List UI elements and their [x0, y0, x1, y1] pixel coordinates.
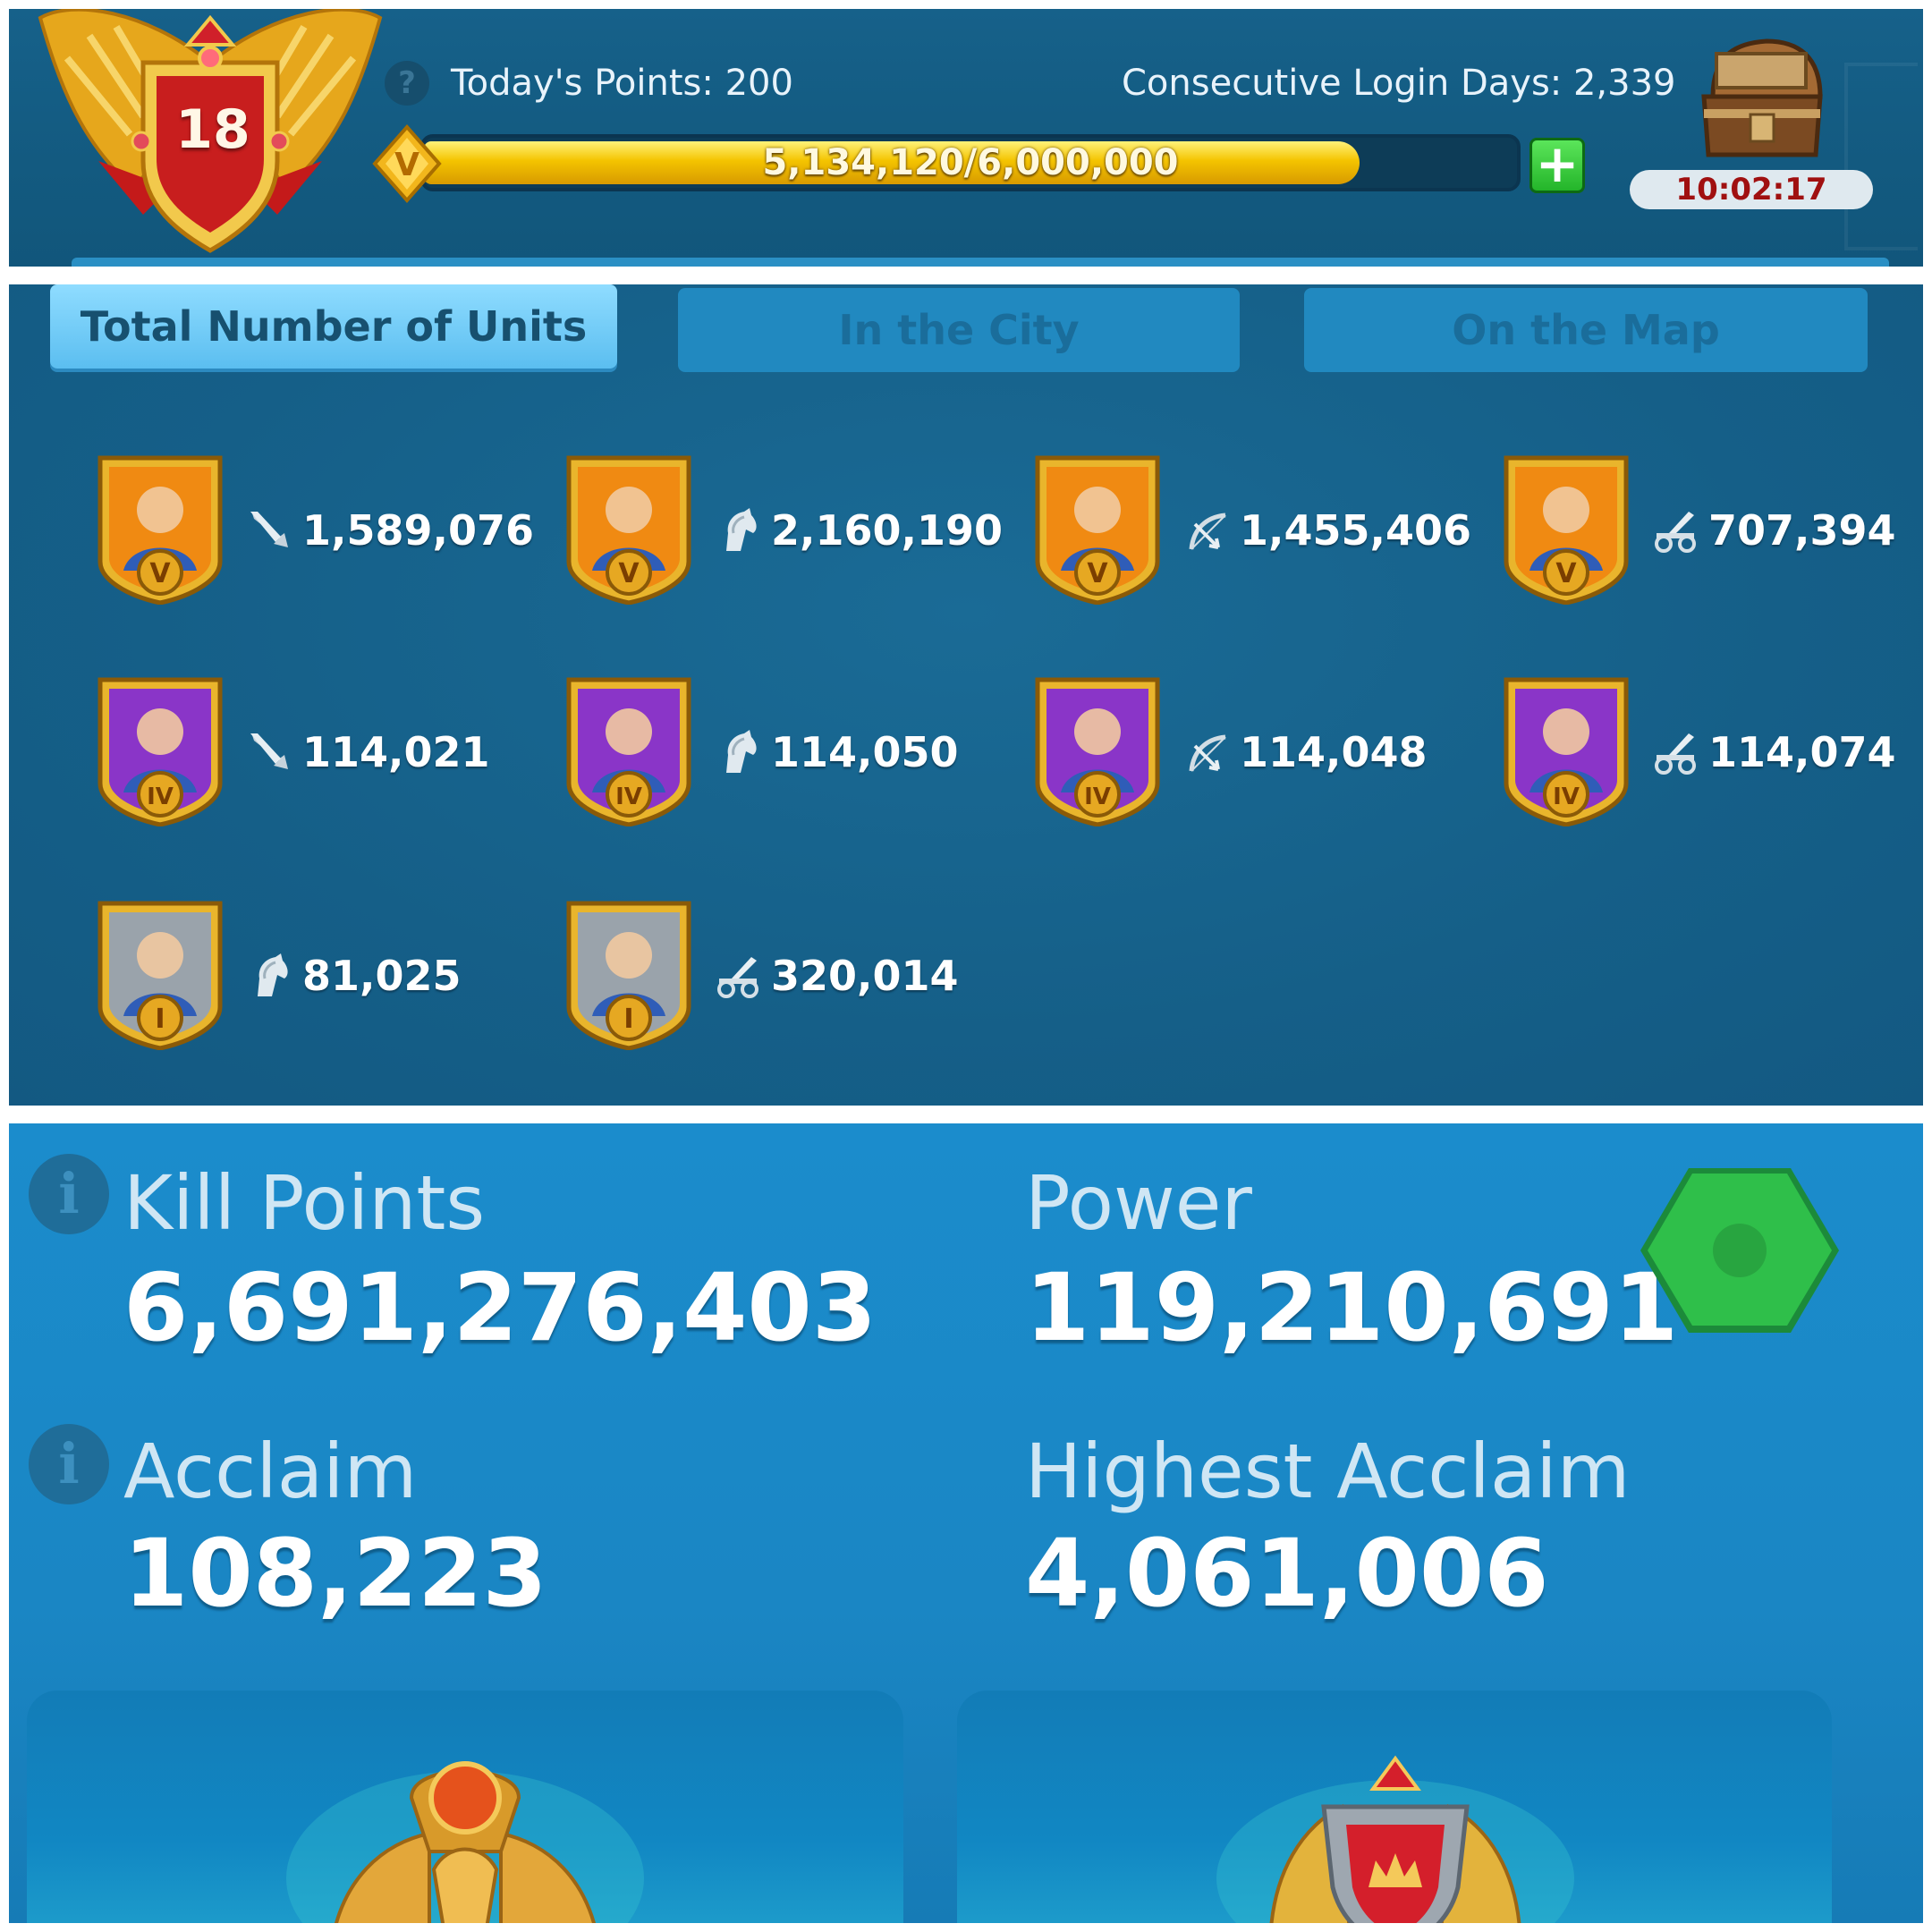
unit-tier: IV	[147, 784, 174, 810]
tab-in-the-city[interactable]: In the City	[678, 288, 1240, 372]
acclaim-emblem-card[interactable]	[27, 1690, 903, 1923]
unit-entry[interactable]: I 81,025	[95, 900, 560, 1052]
unit-portrait-icon: IV	[1035, 677, 1160, 826]
unit-entry[interactable]: V 1,589,076	[95, 454, 560, 606]
vip-level: 18	[175, 98, 250, 161]
chest-timer: 10:02:17	[1630, 170, 1873, 209]
infantry-icon	[250, 512, 288, 547]
unit-entry[interactable]: V 707,394	[1501, 454, 1923, 606]
acclaim-value: 108,223	[123, 1519, 547, 1628]
unit-count: 114,074	[1708, 728, 1896, 776]
infantry-icon	[250, 733, 288, 769]
vip-diamond-icon: V	[372, 123, 442, 204]
unit-portrait-icon: V	[1035, 455, 1160, 605]
unit-count: 320,014	[771, 952, 959, 1000]
unit-portrait-icon: V	[1504, 455, 1629, 605]
unit-count: 114,048	[1240, 728, 1428, 776]
vip-progress-bar: 5,134,120/6,000,000	[420, 134, 1521, 191]
unit-entry[interactable]: V 2,160,190	[564, 454, 1029, 606]
unit-count: 114,050	[771, 728, 959, 776]
unit-entry[interactable]: IV 114,021	[95, 676, 560, 828]
unit-tier: V	[1555, 558, 1577, 589]
stats-panel: i Kill Points 6,691,276,403 Power 119,21…	[9, 1123, 1923, 1923]
phoenix-emblem-icon	[286, 1761, 644, 1923]
highest-acclaim-emblem-card[interactable]	[957, 1690, 1832, 1923]
unit-portrait-icon: IV	[1504, 677, 1629, 826]
tab-total-units[interactable]: Total Number of Units	[50, 284, 617, 369]
unit-entry[interactable]: V 1,455,406	[1032, 454, 1497, 606]
unit-portrait-icon: IV	[566, 677, 691, 826]
unit-tier: V	[149, 558, 171, 589]
unit-count: 114,021	[302, 728, 490, 776]
unit-tier: IV	[1553, 784, 1580, 810]
power-value: 119,210,691	[1025, 1253, 1679, 1362]
unit-entry[interactable]: IV 114,048	[1032, 676, 1497, 828]
help-icon[interactable]: ?	[385, 61, 429, 106]
vip-diamond-letter: V	[394, 147, 419, 183]
unit-entry[interactable]: IV 114,074	[1501, 676, 1923, 828]
cavalry-icon	[726, 508, 757, 551]
siege-icon	[1655, 733, 1696, 775]
unit-count: 2,160,190	[771, 506, 1003, 555]
unit-portrait-icon: I	[97, 901, 223, 1050]
unit-tier: V	[618, 558, 640, 589]
units-panel: Total Number of Units In the City On the…	[9, 284, 1923, 1106]
unit-entry[interactable]: IV 114,050	[564, 676, 1029, 828]
add-vip-points-button[interactable]: +	[1530, 138, 1585, 193]
consecutive-login-days: Consecutive Login Days: 2,339	[1122, 63, 1676, 104]
unit-portrait-icon: I	[566, 901, 691, 1050]
acclaim-label: Acclaim	[123, 1428, 418, 1515]
unit-count: 1,589,076	[302, 506, 534, 555]
crown-shield-emblem-icon	[1216, 1755, 1574, 1923]
power-label: Power	[1025, 1159, 1252, 1247]
tab-on-the-map[interactable]: On the Map	[1304, 288, 1868, 372]
unit-portrait-icon: V	[97, 455, 223, 605]
vip-progress-text: 5,134,120/6,000,000	[762, 142, 1179, 183]
unit-count: 707,394	[1708, 506, 1896, 555]
unit-portrait-icon: IV	[97, 677, 223, 826]
acclaim-info-icon[interactable]: i	[29, 1424, 109, 1504]
power-hexagon-icon[interactable]	[1637, 1161, 1843, 1340]
unit-tier: IV	[1084, 784, 1111, 810]
archer-icon	[1189, 734, 1226, 772]
decorative-fret	[1844, 63, 1918, 250]
highest-acclaim-value: 4,061,006	[1025, 1519, 1549, 1628]
unit-tier: I	[623, 1004, 633, 1035]
kill-points-info-icon[interactable]: i	[29, 1154, 109, 1234]
kill-points-label: Kill Points	[123, 1159, 486, 1247]
unit-entry[interactable]: I 320,014	[564, 900, 1029, 1052]
vip-panel: 18 ? Today's Points: 200 Consecutive Log…	[9, 9, 1923, 267]
todays-points: Today's Points: 200	[451, 63, 793, 104]
cavalry-icon	[258, 953, 288, 996]
unit-tier: I	[155, 1004, 165, 1035]
unit-count: 81,025	[302, 952, 462, 1000]
unit-tier: V	[1087, 558, 1108, 589]
siege-icon	[1655, 512, 1696, 553]
treasure-chest-icon[interactable]	[1686, 34, 1838, 168]
unit-portrait-icon: V	[566, 455, 691, 605]
archer-icon	[1189, 513, 1226, 550]
highest-acclaim-label: Highest Acclaim	[1025, 1428, 1631, 1515]
siege-icon	[717, 957, 758, 998]
cavalry-icon	[726, 730, 757, 773]
unit-tier: IV	[615, 784, 642, 810]
unit-count: 1,455,406	[1240, 506, 1471, 555]
kill-points-value: 6,691,276,403	[123, 1253, 877, 1362]
